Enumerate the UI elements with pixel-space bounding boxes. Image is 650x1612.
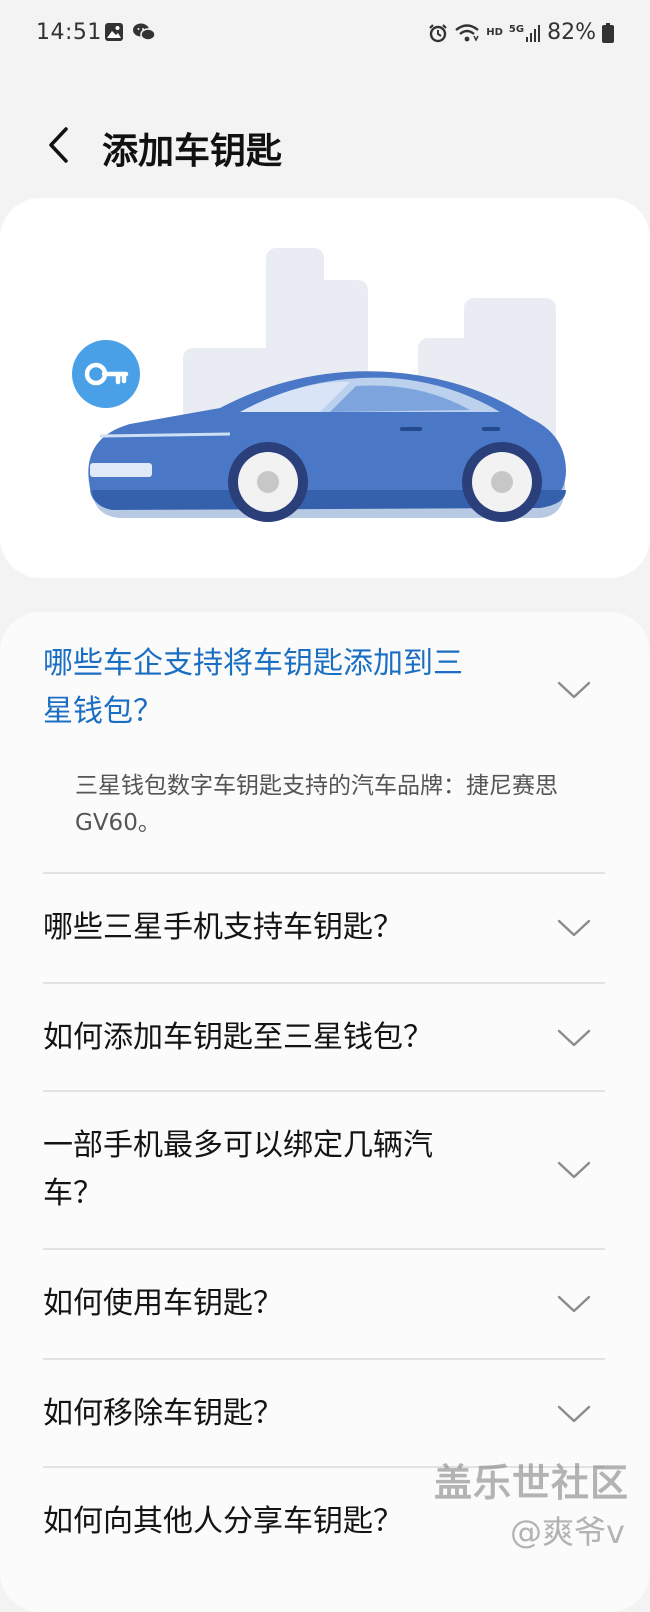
wifi-icon xyxy=(455,23,480,42)
status-left-icons xyxy=(104,22,156,42)
front-wheel xyxy=(228,442,308,522)
chevron-down-icon xyxy=(557,1405,591,1423)
chevron-left-icon xyxy=(49,127,68,163)
chevron-down-icon xyxy=(557,919,591,937)
faq-item-max-cars[interactable]: 一部手机最多可以绑定几辆汽 车？ xyxy=(43,1092,605,1248)
faq-answer-line: 三星钱包数字车钥匙支持的汽车品牌：捷尼赛思 xyxy=(75,773,558,799)
car-with-key-illustration xyxy=(72,248,566,522)
status-right-icons: HD 5G 82% xyxy=(428,20,614,45)
chevron-down-icon xyxy=(557,1295,591,1313)
faq-question: 哪些三星手机支持车钥匙？ xyxy=(43,910,403,945)
faq-answer-line: GV60。 xyxy=(75,810,161,836)
alarm-icon xyxy=(429,23,448,42)
status-time: 14:51 xyxy=(36,20,102,45)
key-badge-icon xyxy=(72,340,140,408)
faq-question: 如何添加车钥匙至三星钱包？ xyxy=(43,1020,433,1055)
faq-item-how-to-use[interactable]: 如何使用车钥匙？ xyxy=(43,1250,605,1358)
faq-item-how-to-add[interactable]: 如何添加车钥匙至三星钱包？ xyxy=(43,984,605,1090)
faq-question: 如何移除车钥匙？ xyxy=(43,1396,283,1431)
faq-question: 如何使用车钥匙？ xyxy=(43,1286,283,1321)
faq-question: 哪些车企支持将车钥匙添加到三 星钱包？ xyxy=(43,640,483,736)
faq-item-supported-brands[interactable]: 哪些车企支持将车钥匙添加到三 星钱包？ 三星钱包数字车钥匙支持的汽车品牌：捷尼赛… xyxy=(43,640,605,860)
faq-question: 一部手机最多可以绑定几辆汽 车？ xyxy=(43,1122,483,1218)
wechat-icon xyxy=(133,23,156,41)
back-button[interactable] xyxy=(38,120,78,170)
battery-percent: 82% xyxy=(547,20,596,45)
chevron-down-icon xyxy=(557,1161,591,1179)
faq-answer: 三星钱包数字车钥匙支持的汽车品牌：捷尼赛思 GV60。 xyxy=(75,768,595,842)
5g-signal-icon: 5G xyxy=(509,24,541,42)
faq-question-line: 哪些车企支持将车钥匙添加到三 xyxy=(43,646,463,681)
faq-question-line: 一部手机最多可以绑定几辆汽 xyxy=(43,1128,433,1163)
watermark-author: @爽爷v xyxy=(510,1513,625,1551)
faq-item-supported-phones[interactable]: 哪些三星手机支持车钥匙？ xyxy=(43,874,605,982)
faq-question: 如何向其他人分享车钥匙？ xyxy=(43,1504,403,1539)
chevron-down-icon xyxy=(557,1029,591,1047)
status-bar: 14:51 HD 5G 82% xyxy=(0,0,650,70)
chevron-down-icon xyxy=(557,681,591,699)
faq-question-line: 星钱包？ xyxy=(43,694,163,729)
hero-card xyxy=(0,198,650,578)
gallery-icon xyxy=(105,23,123,41)
5g-label: 5G xyxy=(508,23,525,35)
rear-wheel xyxy=(462,442,542,522)
watermark-logo: 盖乐世社区 xyxy=(434,1461,630,1505)
battery-icon xyxy=(602,22,614,43)
faq-question-line: 车？ xyxy=(43,1176,103,1211)
faq-item-how-to-remove[interactable]: 如何移除车钥匙？ xyxy=(43,1360,605,1466)
header: 添加车钥匙 xyxy=(0,110,650,180)
hd-icon: HD xyxy=(486,27,503,38)
page-title: 添加车钥匙 xyxy=(102,131,283,172)
